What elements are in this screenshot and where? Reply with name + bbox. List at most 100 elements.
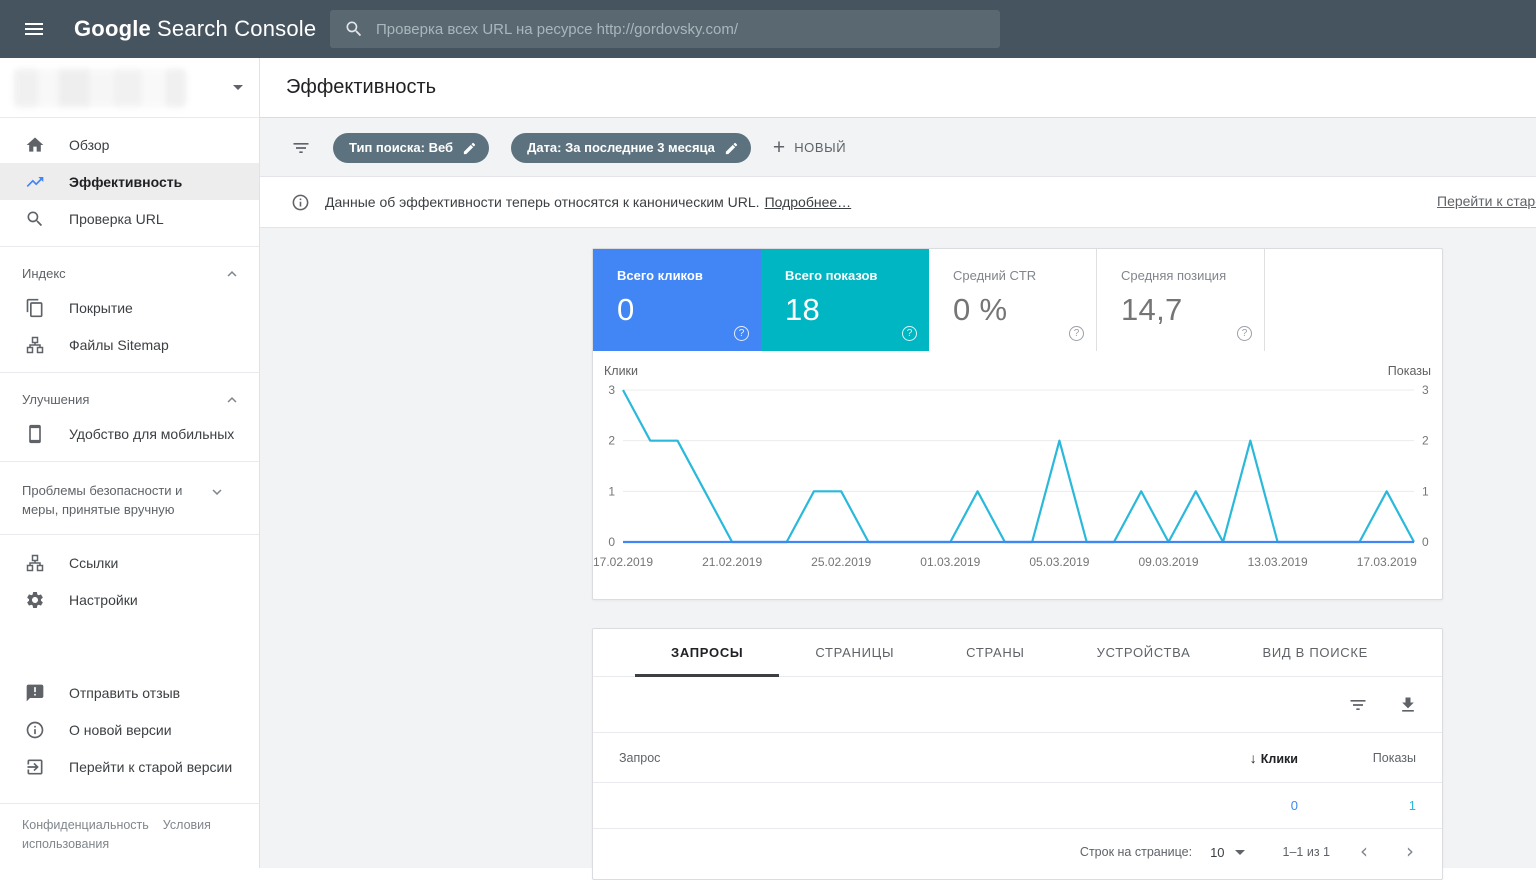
divider	[0, 372, 259, 373]
property-selector[interactable]	[0, 58, 259, 118]
metric-tile-avg-ctr[interactable]: Средний CTR 0 % ?	[929, 249, 1097, 351]
dimension-tabs: ЗАПРОСЫ СТРАНИЦЫ СТРАНЫ УСТРОЙСТВА ВИД В…	[593, 629, 1442, 677]
sidebar-item-label: Отправить отзыв	[69, 685, 180, 701]
new-filter-button[interactable]: + НОВЫЙ	[773, 137, 846, 158]
section-title: Улучшения	[22, 390, 223, 409]
svg-text:3: 3	[608, 383, 615, 397]
sidebar-item-coverage[interactable]: Покрытие	[0, 289, 259, 326]
svg-text:25.02.2019: 25.02.2019	[811, 555, 871, 569]
prev-page-button[interactable]: ‹	[1352, 840, 1376, 864]
caret-down-icon	[1235, 850, 1245, 855]
plus-icon: +	[773, 137, 785, 158]
section-security[interactable]: Проблемы безопасности и меры, принятые в…	[0, 471, 259, 525]
help-icon[interactable]: ?	[902, 326, 917, 341]
gear-icon	[25, 590, 45, 610]
help-icon[interactable]: ?	[1237, 326, 1252, 341]
tab-devices[interactable]: УСТРОЙСТВА	[1061, 629, 1227, 676]
sidebar-item-sitemaps[interactable]: Файлы Sitemap	[0, 326, 259, 363]
chevron-down-icon	[208, 483, 226, 501]
sidebar-item-url-inspection[interactable]: Проверка URL	[0, 200, 259, 237]
sidebar-item-performance[interactable]: Эффективность	[0, 163, 259, 200]
metric-tile-total-impressions[interactable]: Всего показов 18 ?	[761, 249, 929, 351]
info-banner: Данные об эффективности теперь относятся…	[260, 176, 1536, 228]
column-header-query[interactable]: Запрос	[619, 751, 1158, 765]
performance-card: Всего кликов 0 ? Всего показов 18 ? Сред…	[592, 248, 1443, 600]
coverage-icon	[25, 298, 45, 318]
svg-text:2: 2	[608, 434, 615, 448]
tab-label: ВИД В ПОИСКЕ	[1262, 645, 1368, 660]
tab-pages[interactable]: СТРАНИЦЫ	[779, 629, 930, 676]
metric-label: Всего показов	[785, 268, 929, 283]
section-improvements[interactable]: Улучшения	[0, 382, 259, 415]
table-filter-icon[interactable]	[1348, 695, 1368, 715]
svg-text:17.02.2019: 17.02.2019	[593, 555, 653, 569]
column-header-clicks[interactable]: ↓Клики	[1158, 750, 1298, 766]
table-pagination: Строк на странице: 10 1–1 из 1 ‹ ›	[593, 829, 1442, 875]
tab-search-appearance[interactable]: ВИД В ПОИСКЕ	[1226, 629, 1404, 676]
property-name-redacted	[14, 69, 186, 107]
tile-filler	[1265, 249, 1442, 351]
svg-text:3: 3	[1422, 383, 1429, 397]
download-icon[interactable]	[1398, 695, 1418, 715]
info-circle-icon	[291, 193, 310, 212]
links-icon	[25, 553, 45, 573]
dimensions-table-card: ЗАПРОСЫ СТРАНИЦЫ СТРАНЫ УСТРОЙСТВА ВИД В…	[592, 628, 1443, 880]
sidebar-item-links[interactable]: Ссылки	[0, 544, 259, 581]
sidebar-item-label: Покрытие	[69, 300, 133, 316]
sidebar-item-feedback[interactable]: Отправить отзыв	[0, 674, 259, 711]
rows-per-page-label: Строк на странице:	[1080, 845, 1192, 859]
performance-icon	[25, 172, 45, 192]
metric-tiles: Всего кликов 0 ? Всего показов 18 ? Сред…	[593, 249, 1442, 351]
old-report-link[interactable]: Перейти к старо	[1437, 193, 1536, 209]
filter-icon[interactable]	[291, 138, 311, 158]
performance-chart-svg[interactable]: 0011223317.02.201921.02.201925.02.201901…	[593, 380, 1442, 596]
sidebar-item-label: Удобство для мобильных	[69, 426, 234, 442]
sidebar-item-settings[interactable]: Настройки	[0, 581, 259, 618]
topbar: GoogleSearch Console	[0, 0, 1536, 58]
svg-text:01.03.2019: 01.03.2019	[920, 555, 980, 569]
metric-label: Средний CTR	[953, 268, 1096, 283]
sidebar-item-label: Обзор	[69, 137, 109, 153]
privacy-link[interactable]: Конфиденциальность	[22, 818, 149, 832]
column-header-impressions[interactable]: Показы	[1298, 751, 1416, 765]
impressions-cell: 1	[1298, 798, 1416, 813]
metric-tile-total-clicks[interactable]: Всего кликов 0 ?	[593, 249, 761, 351]
sidebar-item-old-version[interactable]: Перейти к старой версии	[0, 748, 259, 785]
svg-text:0: 0	[608, 535, 615, 549]
filter-chip-date[interactable]: Дата: За последние 3 месяца	[511, 133, 751, 163]
tab-label: СТРАНИЦЫ	[815, 645, 894, 660]
next-page-button[interactable]: ›	[1398, 840, 1422, 864]
tab-countries[interactable]: СТРАНЫ	[930, 629, 1060, 676]
tab-label: СТРАНЫ	[966, 645, 1024, 660]
logo-google: Google	[74, 16, 151, 41]
sidebar-item-label: Ссылки	[69, 555, 118, 571]
section-index[interactable]: Индекс	[0, 256, 259, 289]
svg-text:2: 2	[1422, 434, 1429, 448]
sidebar-item-about-new-version[interactable]: О новой версии	[0, 711, 259, 748]
table-row[interactable]: 0 1	[593, 783, 1442, 829]
mobile-icon	[25, 424, 45, 444]
spacer	[0, 618, 259, 674]
help-icon[interactable]: ?	[1069, 326, 1084, 341]
metric-value: 14,7	[1121, 292, 1264, 328]
divider	[0, 461, 259, 462]
url-inspect-searchbox[interactable]	[330, 10, 1000, 48]
sidebar-item-overview[interactable]: Обзор	[0, 126, 259, 163]
edit-pencil-icon	[462, 140, 477, 155]
help-icon[interactable]: ?	[734, 326, 749, 341]
sitemap-icon	[25, 335, 45, 355]
metric-tile-avg-position[interactable]: Средняя позиция 14,7 ?	[1097, 249, 1265, 351]
svg-text:0: 0	[1422, 535, 1429, 549]
new-filter-label: НОВЫЙ	[794, 140, 846, 155]
exit-icon	[25, 757, 45, 777]
filter-chip-search-type[interactable]: Тип поиска: Веб	[333, 133, 489, 163]
metric-label: Средняя позиция	[1121, 268, 1264, 283]
rows-per-page-select[interactable]: 10	[1210, 845, 1244, 860]
sidebar-item-mobile-usability[interactable]: Удобство для мобильных	[0, 415, 259, 452]
svg-text:1: 1	[608, 484, 615, 498]
performance-chart[interactable]: Клики Показы 0011223317.02.201921.02.201…	[593, 351, 1442, 596]
learn-more-link[interactable]: Подробнее…	[765, 194, 852, 210]
url-inspect-input[interactable]	[376, 21, 986, 38]
tab-queries[interactable]: ЗАПРОСЫ	[635, 629, 779, 676]
menu-icon[interactable]	[22, 17, 46, 41]
